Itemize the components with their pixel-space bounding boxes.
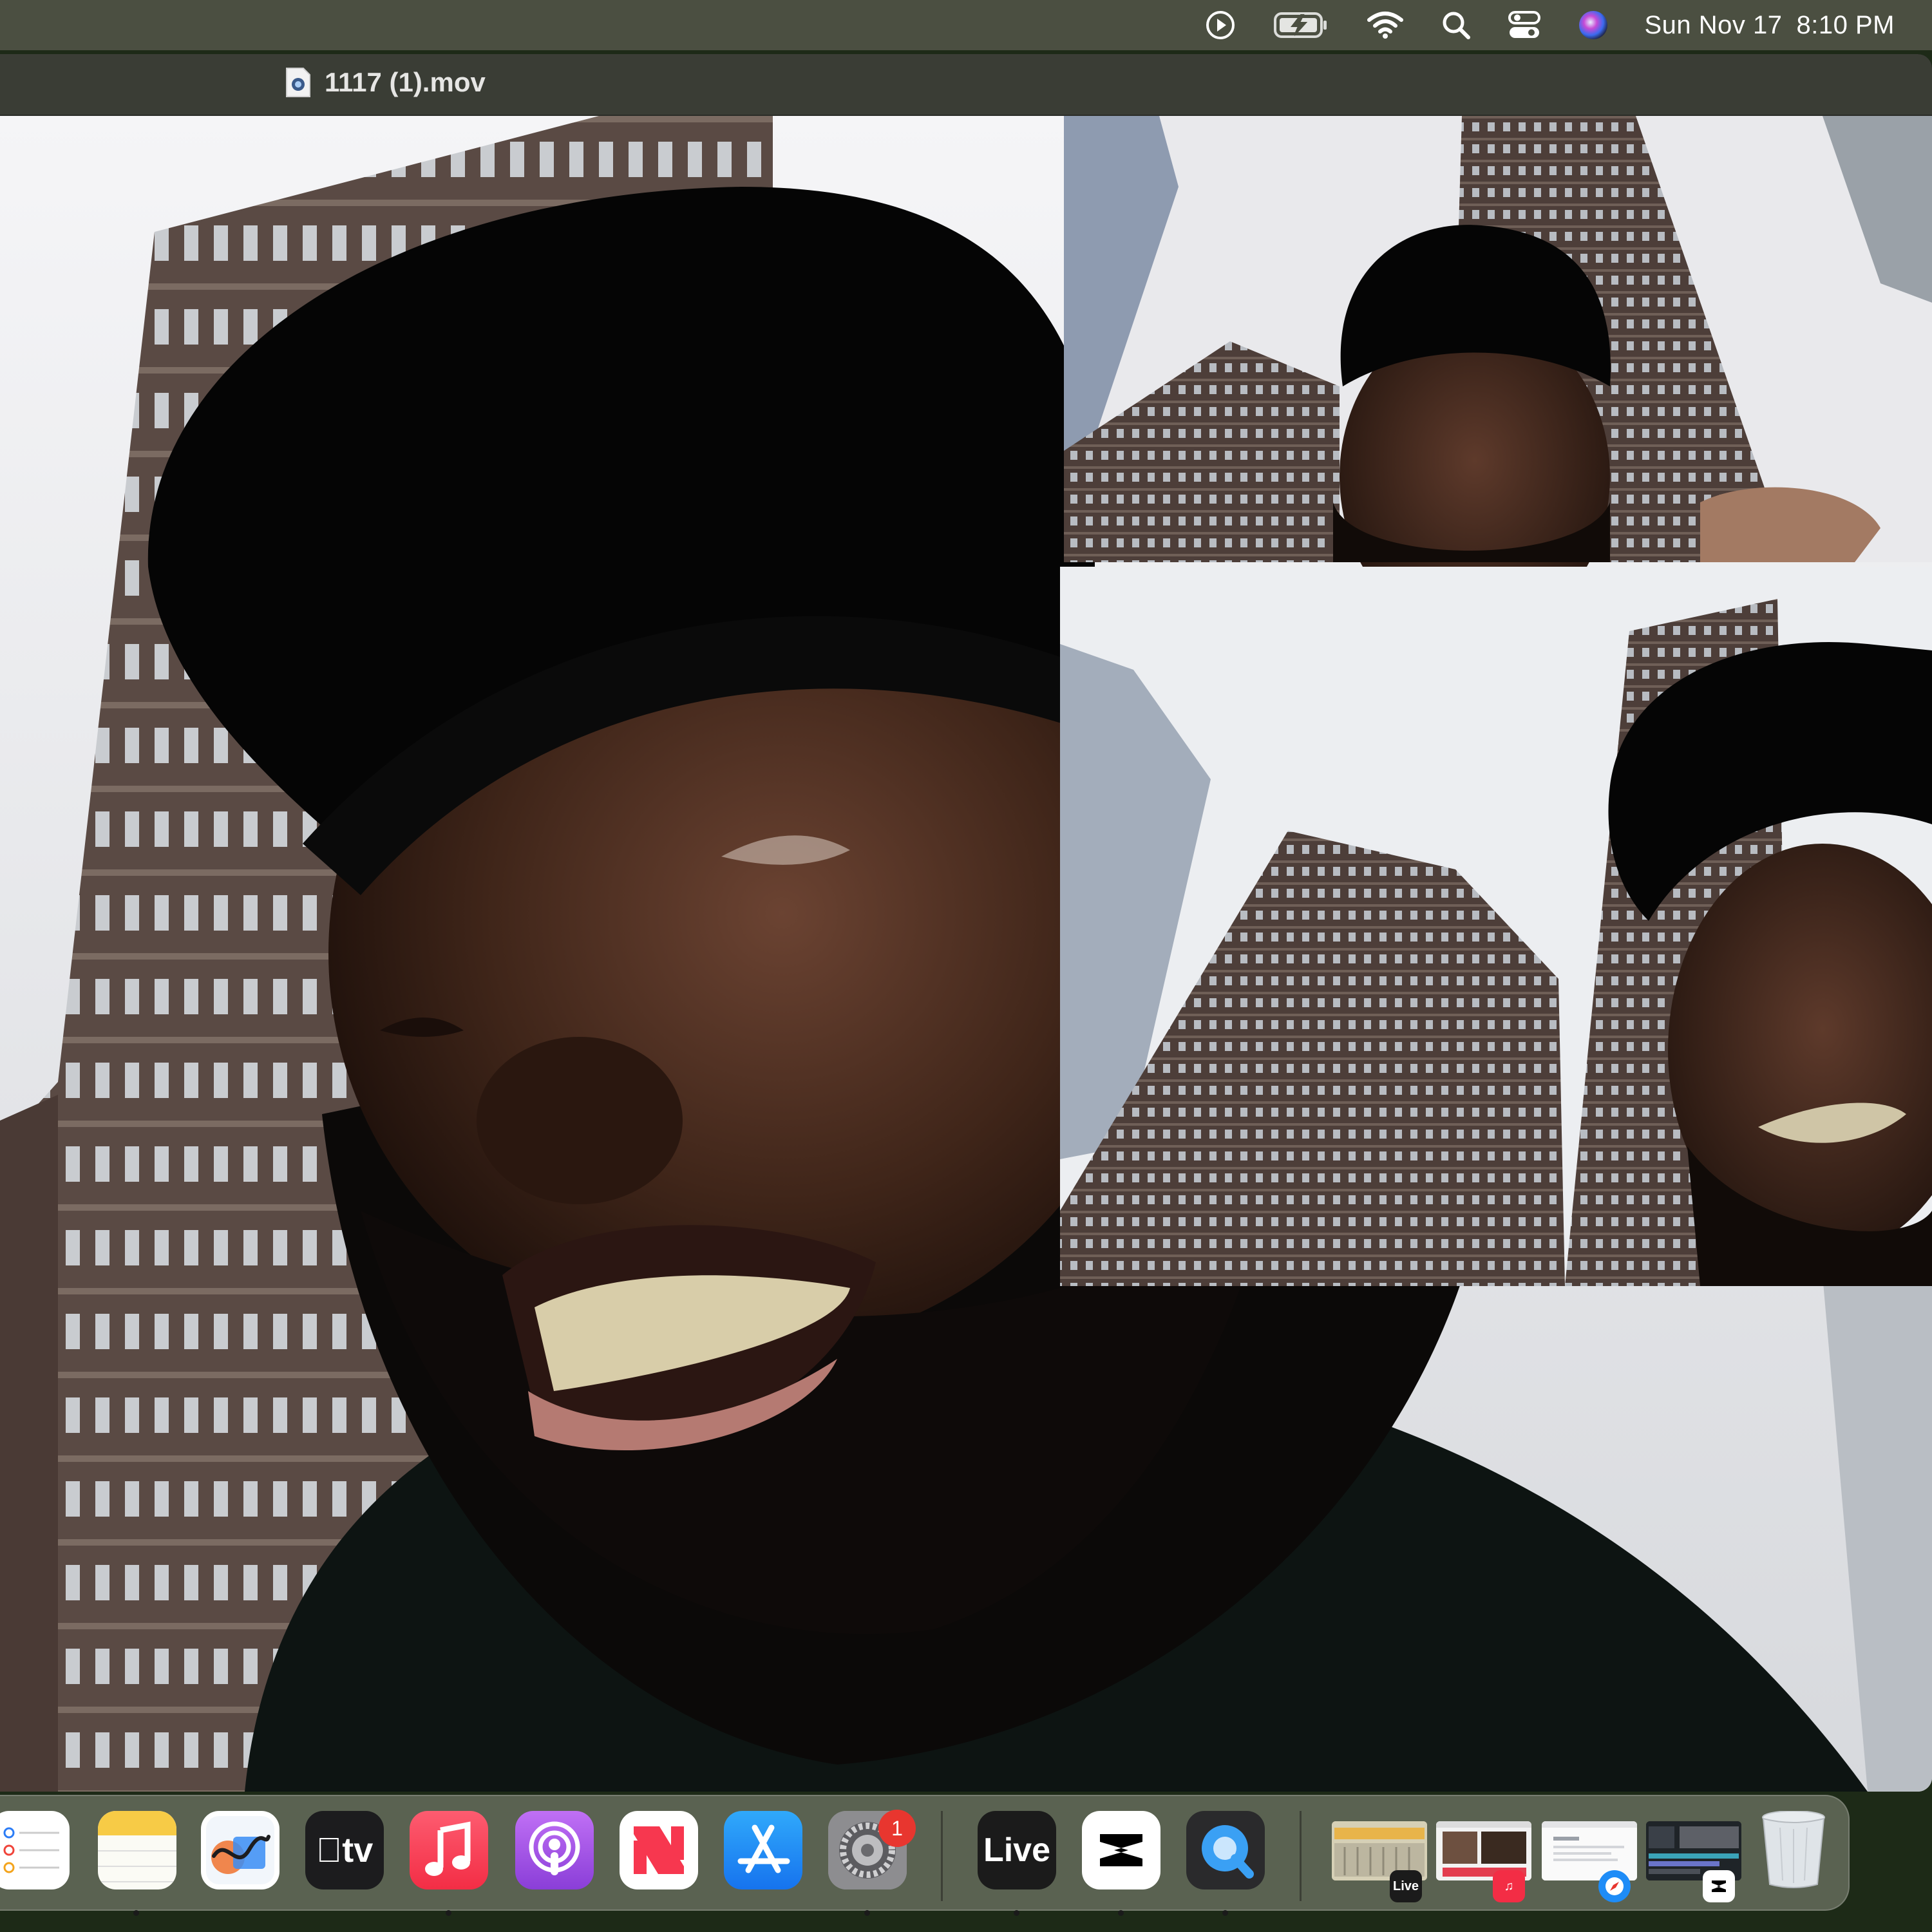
notes-icon <box>98 1811 176 1882</box>
running-indicator <box>1014 1910 1019 1916</box>
dock-app-quicktime[interactable] <box>1186 1811 1265 1889</box>
apple-tv-icon: tv <box>316 1831 374 1870</box>
dock-app-system-settings[interactable]: 1 <box>828 1810 916 1889</box>
minimized-window-safari[interactable] <box>1542 1821 1637 1880</box>
running-indicator <box>1222 1910 1228 1916</box>
dock-app-podcasts[interactable] <box>515 1811 594 1889</box>
inset-frame-bottom <box>1060 567 1932 1286</box>
video-frame-image <box>0 116 1932 1792</box>
window-title-bar[interactable]: 1117 (1).mov <box>0 54 1932 116</box>
dock-app-freeform[interactable] <box>201 1811 279 1889</box>
quicktime-icon <box>1202 1825 1254 1879</box>
reminders-icon <box>3 1827 59 1873</box>
dock-separator <box>1300 1811 1302 1901</box>
spotlight-search-icon[interactable] <box>1441 10 1471 40</box>
dock-app-app-store[interactable] <box>724 1811 802 1889</box>
dock-app-notes[interactable] <box>98 1811 176 1889</box>
freeform-icon <box>206 1816 274 1884</box>
control-center-icon[interactable] <box>1508 10 1540 40</box>
dock-app-tv[interactable]: tv <box>305 1811 384 1889</box>
running-indicator <box>864 1910 870 1916</box>
window-title: 1117 (1).mov <box>325 67 486 97</box>
menu-bar-clock[interactable]: Sun Nov 17 8:10 PM <box>1645 11 1895 40</box>
running-indicator <box>1118 1910 1124 1916</box>
inset-frame-top <box>1064 116 1932 638</box>
running-indicator <box>133 1910 139 1916</box>
music-icon: ♫ <box>1493 1870 1525 1902</box>
news-icon <box>634 1826 684 1874</box>
document-icon <box>286 68 310 97</box>
live-badge: Live <box>1390 1870 1422 1902</box>
music-icon <box>425 1821 471 1876</box>
notification-badge: 1 <box>878 1810 916 1847</box>
menu-bar-time: 8:10 PM <box>1796 10 1895 39</box>
safari-window-thumbnail <box>1542 1821 1637 1880</box>
podcasts-icon <box>529 1821 580 1875</box>
safari-icon <box>1598 1870 1631 1902</box>
battery-charging-icon[interactable] <box>1273 11 1329 39</box>
dock-app-music[interactable] <box>410 1811 488 1889</box>
capcut-badge-icon <box>1703 1870 1735 1902</box>
trash-icon <box>1762 1811 1825 1888</box>
siri-icon[interactable] <box>1578 10 1609 41</box>
wifi-icon[interactable] <box>1367 11 1404 39</box>
menu-bar-date: Sun Nov 17 <box>1644 10 1783 39</box>
dock-app-capcut[interactable] <box>1082 1811 1160 1889</box>
video-frame[interactable] <box>0 116 1932 1792</box>
app-store-icon <box>737 1824 790 1873</box>
dock-app-news[interactable] <box>620 1811 698 1889</box>
dock-trash[interactable] <box>1754 1811 1833 1889</box>
capcut-icon <box>1100 1834 1142 1866</box>
quicktime-player-window[interactable]: 1117 (1).mov <box>0 54 1932 1792</box>
dock-app-reminders[interactable] <box>0 1811 70 1889</box>
menu-bar: Sun Nov 17 8:10 PM <box>0 0 1932 50</box>
play-circle-icon[interactable] <box>1204 9 1236 41</box>
dock-separator <box>941 1811 943 1901</box>
running-indicator <box>446 1910 451 1916</box>
dock-app-live[interactable]: Live <box>978 1811 1056 1889</box>
live-icon: Live <box>983 1832 1051 1869</box>
